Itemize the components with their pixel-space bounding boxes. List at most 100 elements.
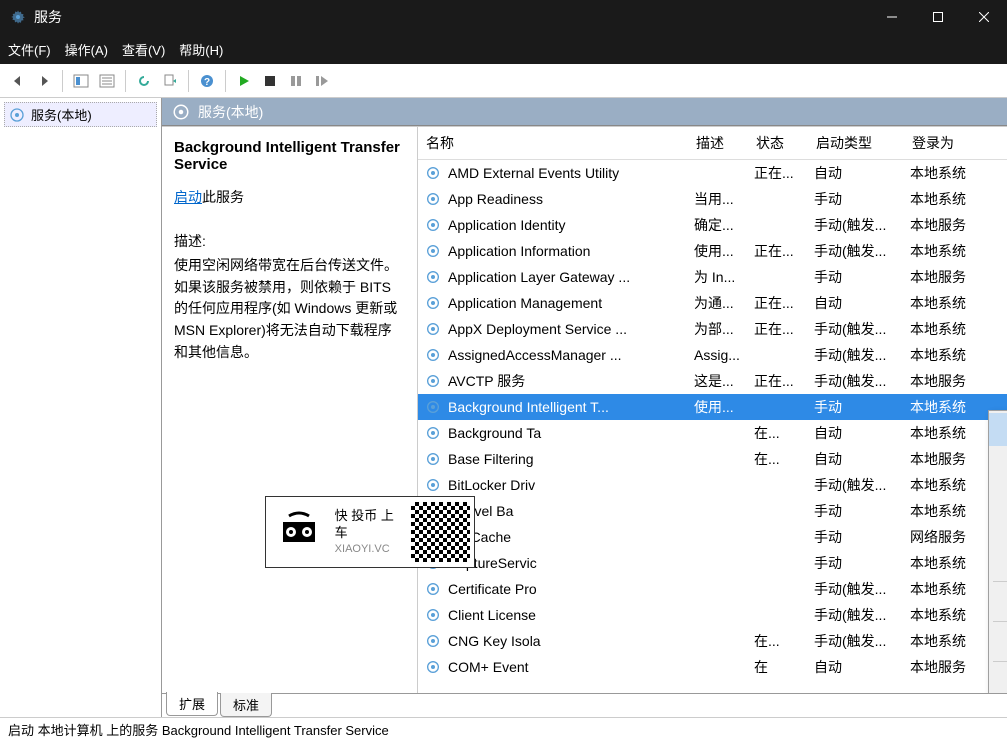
cell-logon-as: 本地系统 <box>910 241 1000 261</box>
cell-startup-type: 手动 <box>814 267 910 287</box>
cell-startup-type: 手动(触发... <box>814 579 910 599</box>
forward-button[interactable] <box>32 69 56 93</box>
col-header-name[interactable]: 名称 <box>418 127 688 159</box>
show-hide-console-button[interactable] <box>69 69 93 93</box>
table-row[interactable]: Application Layer Gateway ...为 In...手动本地… <box>418 264 1007 290</box>
detail-title: Background Intelligent Transfer Service <box>174 139 405 173</box>
cell-status: 在 <box>754 657 814 677</box>
cell-description: 当用... <box>694 189 754 209</box>
table-row[interactable]: Application Information使用...正在...手动(触发..… <box>418 238 1007 264</box>
back-button[interactable] <box>6 69 30 93</box>
tab-standard[interactable]: 标准 <box>220 693 272 717</box>
tab-extended[interactable]: 扩展 <box>166 692 218 716</box>
pane-header: 服务(本地) <box>162 98 1007 126</box>
close-button[interactable] <box>961 0 1007 34</box>
window-title: 服务 <box>34 7 869 27</box>
col-header-start[interactable]: 启动类型 <box>808 127 904 159</box>
table-row[interactable]: Background Ta在...自动本地系统 <box>418 420 1007 446</box>
statusbar-text: 启动 本地计算机 上的服务 Background Intelligent Tra… <box>8 720 389 739</box>
gear-icon <box>424 398 442 416</box>
gear-icon <box>424 164 442 182</box>
table-row[interactable]: nchCache手动网络服务 <box>418 524 1007 550</box>
table-row[interactable]: k Level Ba手动本地系统 <box>418 498 1007 524</box>
ctx-properties[interactable]: 属性(R) <box>989 665 1007 693</box>
ctx-refresh[interactable]: 刷新(F) <box>989 625 1007 658</box>
table-row[interactable]: COM+ Event在自动本地服务 <box>418 654 1007 680</box>
cell-name: CNG Key Isola <box>448 633 694 649</box>
cell-description: 为部... <box>694 319 754 339</box>
detail-desc-body: 使用空闲网络带宽在后台传送文件。如果该服务被禁用，则依赖于 BITS 的任何应用… <box>174 255 405 363</box>
export-button[interactable] <box>158 69 182 93</box>
start-link[interactable]: 启动 <box>174 189 202 205</box>
gear-icon <box>9 107 25 123</box>
table-row[interactable]: CaptureServic手动本地系统 <box>418 550 1007 576</box>
properties-button[interactable] <box>95 69 119 93</box>
cell-startup-type: 手动(触发... <box>814 319 910 339</box>
cell-logon-as: 本地系统 <box>910 189 1000 209</box>
cell-logon-as: 本地服务 <box>910 371 1000 391</box>
stop-button[interactable] <box>258 69 282 93</box>
cell-name: Application Layer Gateway ... <box>448 269 694 285</box>
cell-startup-type: 手动(触发... <box>814 631 910 651</box>
col-header-desc[interactable]: 描述 <box>688 127 748 159</box>
table-row[interactable]: Application Identity确定...手动(触发...本地服务 <box>418 212 1007 238</box>
menu-action[interactable]: 操作(A) <box>65 40 108 59</box>
cell-status: 正在... <box>754 371 814 391</box>
table-row[interactable]: Application Management为通...正在...自动本地系统 <box>418 290 1007 316</box>
gear-icon <box>424 268 442 286</box>
table-row[interactable]: BitLocker Driv手动(触发...本地系统 <box>418 472 1007 498</box>
table-row[interactable]: AssignedAccessManager ...Assig...手动(触发..… <box>418 342 1007 368</box>
tree-pane: 服务(本地) <box>0 98 162 717</box>
cell-startup-type: 手动(触发... <box>814 241 910 261</box>
table-row[interactable]: AVCTP 服务这是...正在...手动(触发...本地服务 <box>418 368 1007 394</box>
menubar: 文件(F) 操作(A) 查看(V) 帮助(H) <box>0 34 1007 64</box>
cell-description: Assig... <box>694 347 754 363</box>
cell-startup-type: 自动 <box>814 163 910 183</box>
minimize-button[interactable] <box>869 0 915 34</box>
table-row[interactable]: Background Intelligent T...使用...手动本地系统 <box>418 394 1007 420</box>
cell-status: 正在... <box>754 241 814 261</box>
tree-item-services-local[interactable]: 服务(本地) <box>4 102 157 127</box>
menu-help[interactable]: 帮助(H) <box>179 40 223 59</box>
cell-name: Client License <box>448 607 694 623</box>
ctx-alltasks[interactable]: 所有任务(K)▶ <box>989 585 1007 618</box>
pane-header-label: 服务(本地) <box>198 102 263 122</box>
ctx-resume: 恢复(M) <box>989 512 1007 545</box>
col-header-status[interactable]: 状态 <box>748 127 808 159</box>
gear-icon <box>424 632 442 650</box>
maximize-button[interactable] <box>915 0 961 34</box>
menu-view[interactable]: 查看(V) <box>122 40 165 59</box>
col-header-logon[interactable]: 登录为 <box>904 127 994 159</box>
table-row[interactable]: Client License手动(触发...本地系统 <box>418 602 1007 628</box>
cell-status: 在... <box>754 423 814 443</box>
table-row[interactable]: AMD External Events Utility正在...自动本地系统 <box>418 160 1007 186</box>
restart-button[interactable] <box>310 69 334 93</box>
cell-name: k Level Ba <box>448 503 694 519</box>
detail-pane: Background Intelligent Transfer Service … <box>162 127 418 693</box>
menu-file[interactable]: 文件(F) <box>8 40 51 59</box>
gear-icon <box>172 103 190 121</box>
cell-logon-as: 本地系统 <box>910 605 1000 625</box>
cell-description: 这是... <box>694 371 754 391</box>
cell-name: AssignedAccessManager ... <box>448 347 694 363</box>
service-table: 名称 描述 状态 启动类型 登录为 AMD External Events Ut… <box>418 127 1007 693</box>
table-row[interactable]: AppX Deployment Service ...为部...正在...手动(… <box>418 316 1007 342</box>
gear-icon <box>424 580 442 598</box>
cell-logon-as: 本地系统 <box>910 345 1000 365</box>
detail-desc-label: 描述: <box>174 231 405 251</box>
table-row[interactable]: Base Filtering在...自动本地服务 <box>418 446 1007 472</box>
help-button[interactable]: ? <box>195 69 219 93</box>
play-button[interactable] <box>232 69 256 93</box>
cell-name: Background Intelligent T... <box>448 399 694 415</box>
cell-status: 正在... <box>754 163 814 183</box>
table-row[interactable]: Certificate Pro手动(触发...本地系统 <box>418 576 1007 602</box>
table-row[interactable]: App Readiness当用...手动本地系统 <box>418 186 1007 212</box>
cell-logon-as: 本地系统 <box>910 397 1000 417</box>
ctx-start[interactable]: 启动(S) <box>989 413 1007 446</box>
cell-logon-as: 本地系统 <box>910 631 1000 651</box>
cell-logon-as: 本地系统 <box>910 163 1000 183</box>
pause-button[interactable] <box>284 69 308 93</box>
table-row[interactable]: CNG Key Isola在...手动(触发...本地系统 <box>418 628 1007 654</box>
cell-status: 正在... <box>754 293 814 313</box>
refresh-button[interactable] <box>132 69 156 93</box>
